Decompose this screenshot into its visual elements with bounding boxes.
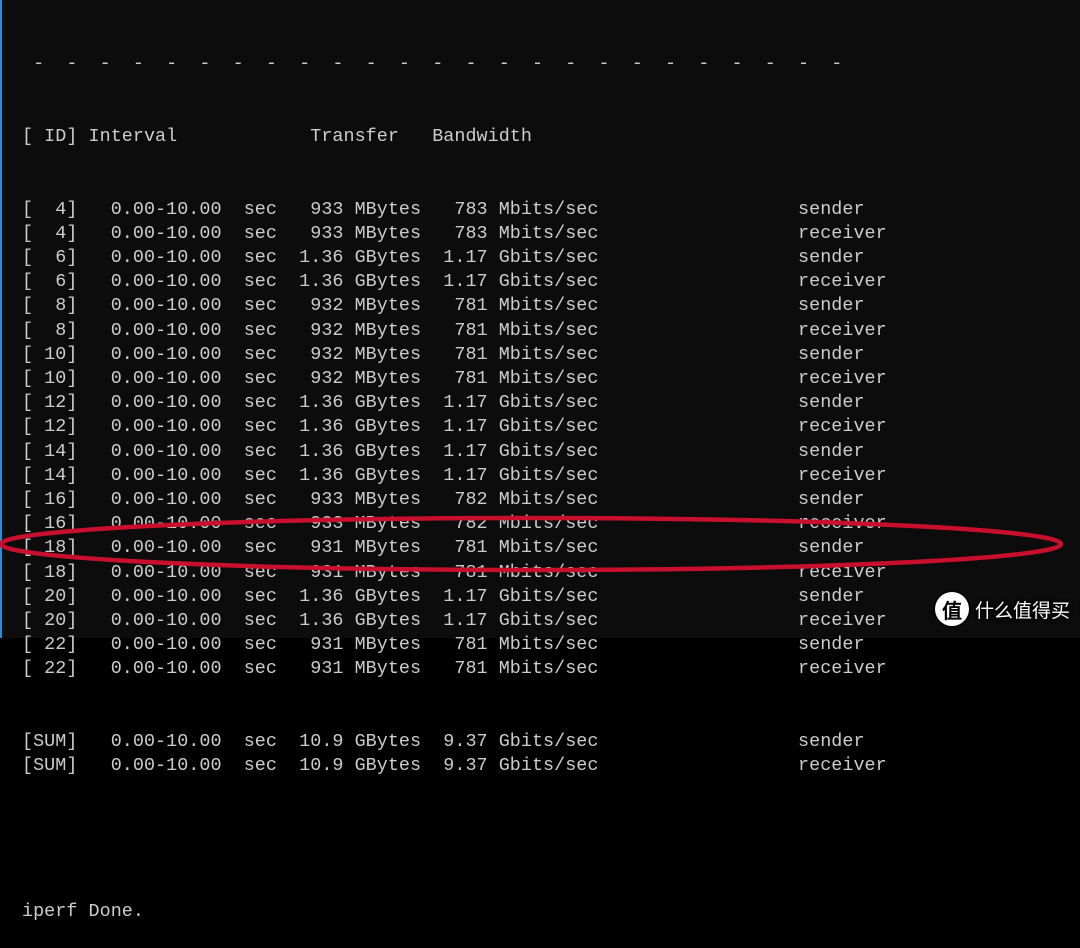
result-row: [ 20] 0.00-10.00 sec 1.36 GBytes 1.17 Gb… xyxy=(22,585,1080,609)
result-row: [ 8] 0.00-10.00 sec 932 MBytes 781 Mbits… xyxy=(22,294,1080,318)
result-row: [ 8] 0.00-10.00 sec 932 MBytes 781 Mbits… xyxy=(22,319,1080,343)
watermark: 值 什么值得买 xyxy=(935,592,1070,626)
result-row: [ 22] 0.00-10.00 sec 931 MBytes 781 Mbit… xyxy=(22,633,1080,657)
result-row: [ 10] 0.00-10.00 sec 932 MBytes 781 Mbit… xyxy=(22,367,1080,391)
separator-line: - - - - - - - - - - - - - - - - - - - - … xyxy=(22,52,1080,76)
result-row: [ 4] 0.00-10.00 sec 933 MBytes 783 Mbits… xyxy=(22,222,1080,246)
watermark-badge-icon: 值 xyxy=(935,592,969,626)
result-row: [ 18] 0.00-10.00 sec 931 MBytes 781 Mbit… xyxy=(22,536,1080,560)
result-row: [ 14] 0.00-10.00 sec 1.36 GBytes 1.17 Gb… xyxy=(22,440,1080,464)
result-row: [ 4] 0.00-10.00 sec 933 MBytes 783 Mbits… xyxy=(22,198,1080,222)
result-row: [ 16] 0.00-10.00 sec 933 MBytes 782 Mbit… xyxy=(22,488,1080,512)
terminal-output[interactable]: - - - - - - - - - - - - - - - - - - - - … xyxy=(0,0,1080,638)
result-row: [ 10] 0.00-10.00 sec 932 MBytes 781 Mbit… xyxy=(22,343,1080,367)
result-row: [ 14] 0.00-10.00 sec 1.36 GBytes 1.17 Gb… xyxy=(22,464,1080,488)
done-line: iperf Done. xyxy=(22,900,1080,924)
watermark-text: 什么值得买 xyxy=(975,596,1070,623)
result-row: [ 12] 0.00-10.00 sec 1.36 GBytes 1.17 Gb… xyxy=(22,415,1080,439)
sum-row: [SUM] 0.00-10.00 sec 10.9 GBytes 9.37 Gb… xyxy=(22,730,1080,754)
sum-row: [SUM] 0.00-10.00 sec 10.9 GBytes 9.37 Gb… xyxy=(22,754,1080,778)
blank-line xyxy=(22,827,1080,851)
result-row: [ 12] 0.00-10.00 sec 1.36 GBytes 1.17 Gb… xyxy=(22,391,1080,415)
result-row: [ 18] 0.00-10.00 sec 931 MBytes 781 Mbit… xyxy=(22,561,1080,585)
result-row: [ 6] 0.00-10.00 sec 1.36 GBytes 1.17 Gbi… xyxy=(22,246,1080,270)
result-row: [ 16] 0.00-10.00 sec 933 MBytes 782 Mbit… xyxy=(22,512,1080,536)
result-row: [ 6] 0.00-10.00 sec 1.36 GBytes 1.17 Gbi… xyxy=(22,270,1080,294)
result-row: [ 22] 0.00-10.00 sec 931 MBytes 781 Mbit… xyxy=(22,657,1080,681)
header-row: [ ID] Interval Transfer Bandwidth xyxy=(22,125,1080,149)
result-row: [ 20] 0.00-10.00 sec 1.36 GBytes 1.17 Gb… xyxy=(22,609,1080,633)
